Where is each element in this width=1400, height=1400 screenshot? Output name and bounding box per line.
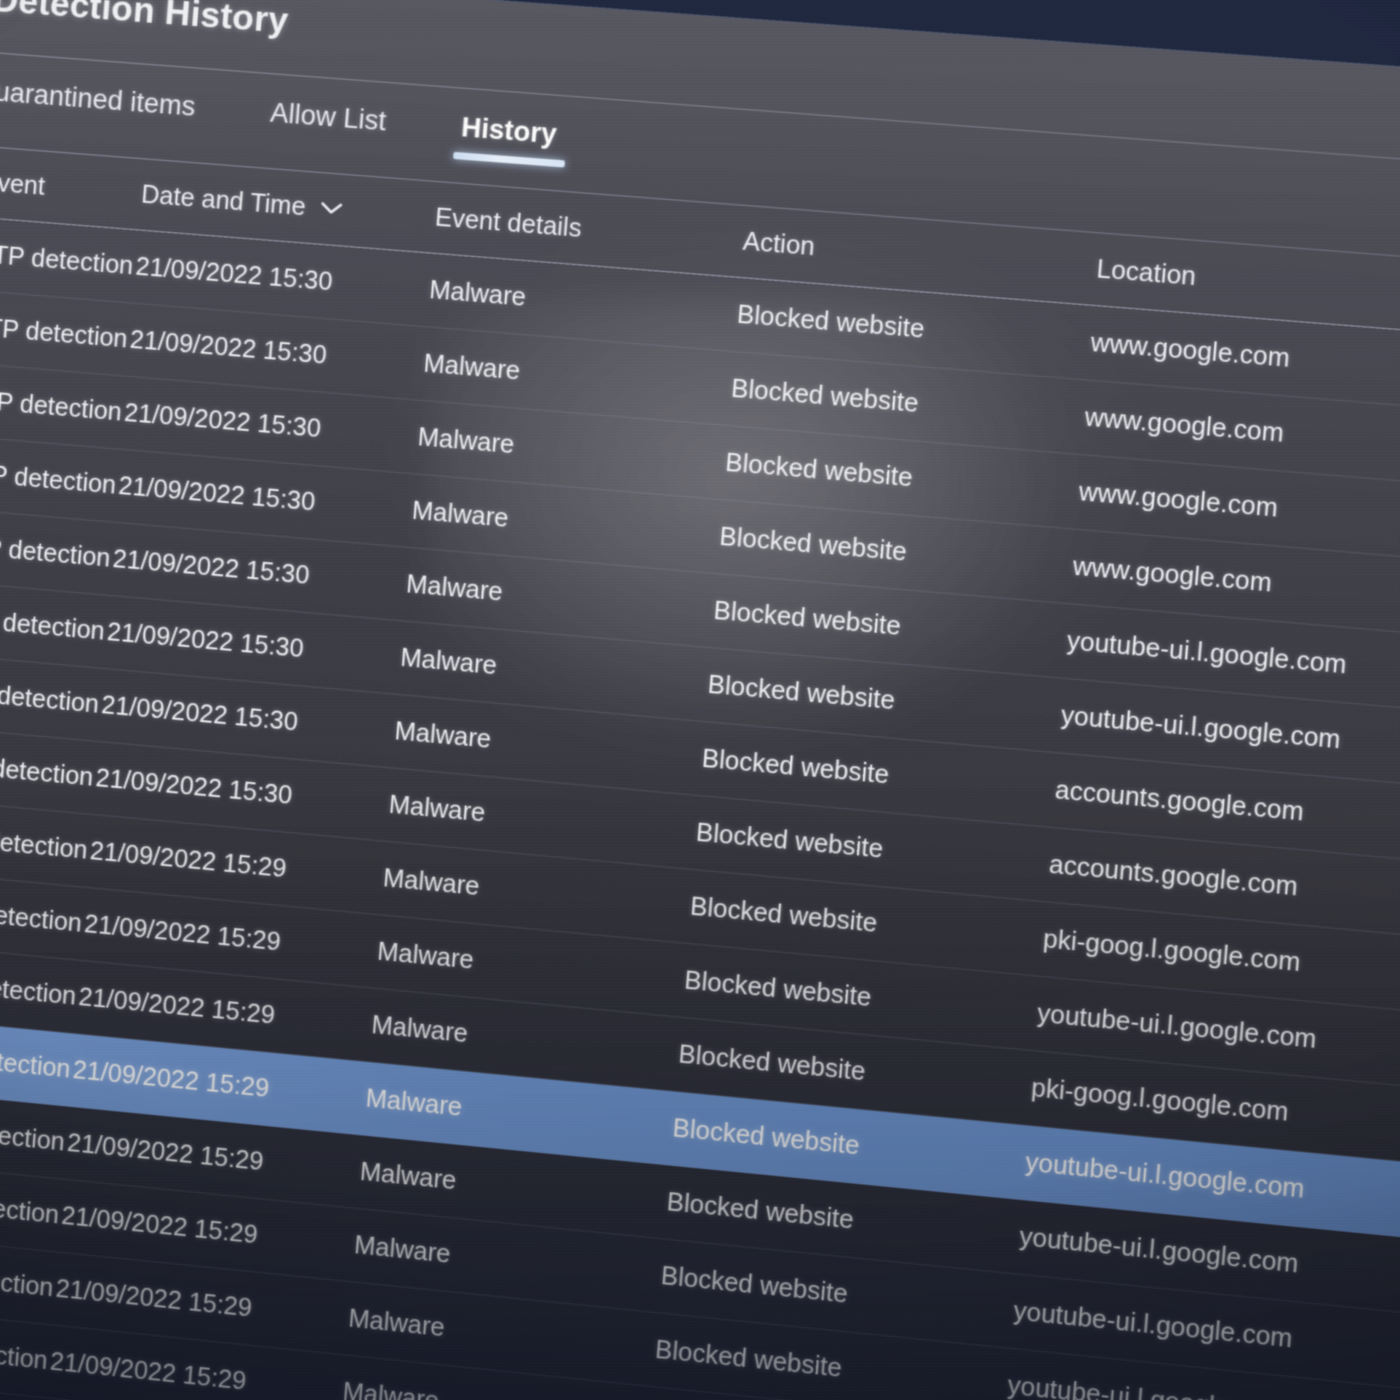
cell-action: Blocked website bbox=[700, 743, 891, 790]
cell-details: Malware bbox=[393, 716, 493, 754]
cell-event: RTP detection bbox=[0, 1113, 66, 1157]
tab-label: History bbox=[460, 111, 558, 150]
tab-allow-list[interactable]: Allow List bbox=[268, 97, 387, 153]
cell-date: 21/09/2022 15:29 bbox=[54, 1274, 254, 1323]
column-header-label: Action bbox=[741, 226, 816, 261]
cell-details: Malware bbox=[428, 275, 528, 312]
cell-event: RTP detection bbox=[0, 384, 123, 427]
chevron-down-icon[interactable] bbox=[319, 196, 343, 222]
cell-details: Malware bbox=[376, 936, 475, 975]
active-tab-underline bbox=[452, 151, 565, 168]
tab-label: Quarantined items bbox=[0, 74, 197, 122]
cell-event: RTP detection bbox=[0, 967, 78, 1011]
cell-action: Blocked website bbox=[712, 595, 902, 641]
cell-action: Blocked website bbox=[718, 521, 908, 567]
cell-details: Malware bbox=[410, 496, 510, 533]
cell-action: Blocked website bbox=[654, 1334, 843, 1383]
page-title: Detection History bbox=[0, 0, 290, 41]
cell-event: RTP detection bbox=[0, 1185, 61, 1229]
cell-date: 21/09/2022 15:29 bbox=[77, 982, 276, 1030]
column-header-details[interactable]: Event details bbox=[434, 203, 744, 256]
cell-action: Blocked website bbox=[724, 447, 914, 492]
cell-event: RTP detection bbox=[0, 530, 112, 573]
column-header-label: Location bbox=[1095, 254, 1198, 291]
cell-details: Malware bbox=[387, 790, 487, 828]
cell-event: RTP detection bbox=[0, 457, 118, 500]
cell-event: RTP detection bbox=[0, 312, 129, 353]
cell-date: 21/09/2022 15:30 bbox=[128, 325, 328, 370]
cell-details: Malware bbox=[399, 643, 498, 680]
cell-details: Malware bbox=[405, 569, 504, 607]
cell-event: RTP detection bbox=[0, 749, 95, 792]
cell-date: 21/09/2022 15:30 bbox=[94, 763, 294, 810]
cell-date: 21/09/2022 15:30 bbox=[100, 690, 300, 737]
cell-date: 21/09/2022 15:29 bbox=[83, 909, 282, 956]
cell-event: RTP detection bbox=[0, 603, 106, 646]
tab-history[interactable]: History bbox=[452, 111, 565, 168]
cell-details: Malware bbox=[364, 1083, 464, 1122]
cell-event: RTP detection bbox=[0, 894, 83, 938]
cell-event: RTP detection bbox=[0, 1258, 55, 1302]
cell-details: Malware bbox=[422, 348, 522, 386]
tab-quarantined-items[interactable]: Quarantined items bbox=[0, 75, 197, 139]
cell-event: RTP detection bbox=[0, 239, 135, 280]
cell-event: RTP detection bbox=[0, 676, 101, 719]
cell-details: Malware bbox=[416, 422, 516, 459]
cell-date: 21/09/2022 15:30 bbox=[134, 252, 334, 296]
cell-date: 21/09/2022 15:30 bbox=[106, 617, 305, 663]
cell-date: 21/09/2022 15:29 bbox=[71, 1055, 271, 1103]
cell-action: Blocked website bbox=[671, 1113, 861, 1160]
cell-date: 21/09/2022 15:29 bbox=[66, 1128, 265, 1176]
cell-date: 21/09/2022 15:29 bbox=[49, 1347, 248, 1396]
cell-date: 21/09/2022 15:29 bbox=[88, 836, 288, 883]
cell-action: Blocked website bbox=[659, 1261, 849, 1309]
cell-details: Malware bbox=[382, 863, 481, 901]
column-header-date[interactable]: Date and Time bbox=[140, 180, 436, 232]
detection-history-window: Detection History Quarantined items Allow… bbox=[0, 0, 1400, 1400]
column-header-label: Event bbox=[0, 167, 46, 201]
cell-date: 21/09/2022 15:30 bbox=[117, 471, 317, 517]
detection-history-table: Event Date and Time Event details Action Loc… bbox=[0, 138, 1400, 1400]
cell-details: Malware bbox=[370, 1010, 469, 1048]
photographed-screen: Detection History Quarantined items Allow… bbox=[0, 0, 1400, 1400]
column-header-event[interactable]: Event bbox=[0, 159, 142, 209]
cell-date: 21/09/2022 15:30 bbox=[123, 398, 323, 443]
cell-location: www.google.com bbox=[1089, 327, 1291, 373]
column-header-label: Date and Time bbox=[140, 179, 307, 221]
cell-action: Blocked website bbox=[706, 669, 897, 715]
cell-action: Blocked website bbox=[730, 373, 920, 418]
cell-action: Blocked website bbox=[695, 817, 885, 864]
cell-action: Blocked website bbox=[736, 299, 926, 344]
cell-event: RTP detection bbox=[0, 1040, 72, 1084]
cell-details: Malware bbox=[358, 1157, 458, 1195]
cell-date: 21/09/2022 15:30 bbox=[111, 544, 311, 590]
cell-action: Blocked website bbox=[683, 965, 873, 1012]
column-header-action[interactable]: Action bbox=[742, 227, 1098, 284]
cell-action: Blocked website bbox=[677, 1039, 867, 1086]
cell-action: Blocked website bbox=[689, 891, 879, 938]
tab-label: Allow List bbox=[269, 97, 388, 137]
cell-event: RTP detection bbox=[0, 1331, 49, 1375]
cell-action: Blocked website bbox=[665, 1187, 855, 1235]
cell-details: Malware bbox=[347, 1303, 446, 1342]
cell-date: 21/09/2022 15:29 bbox=[60, 1201, 259, 1249]
cell-details: Malware bbox=[353, 1230, 452, 1269]
column-header-label: Event details bbox=[434, 202, 583, 243]
cell-event: RTP detection bbox=[0, 822, 89, 865]
